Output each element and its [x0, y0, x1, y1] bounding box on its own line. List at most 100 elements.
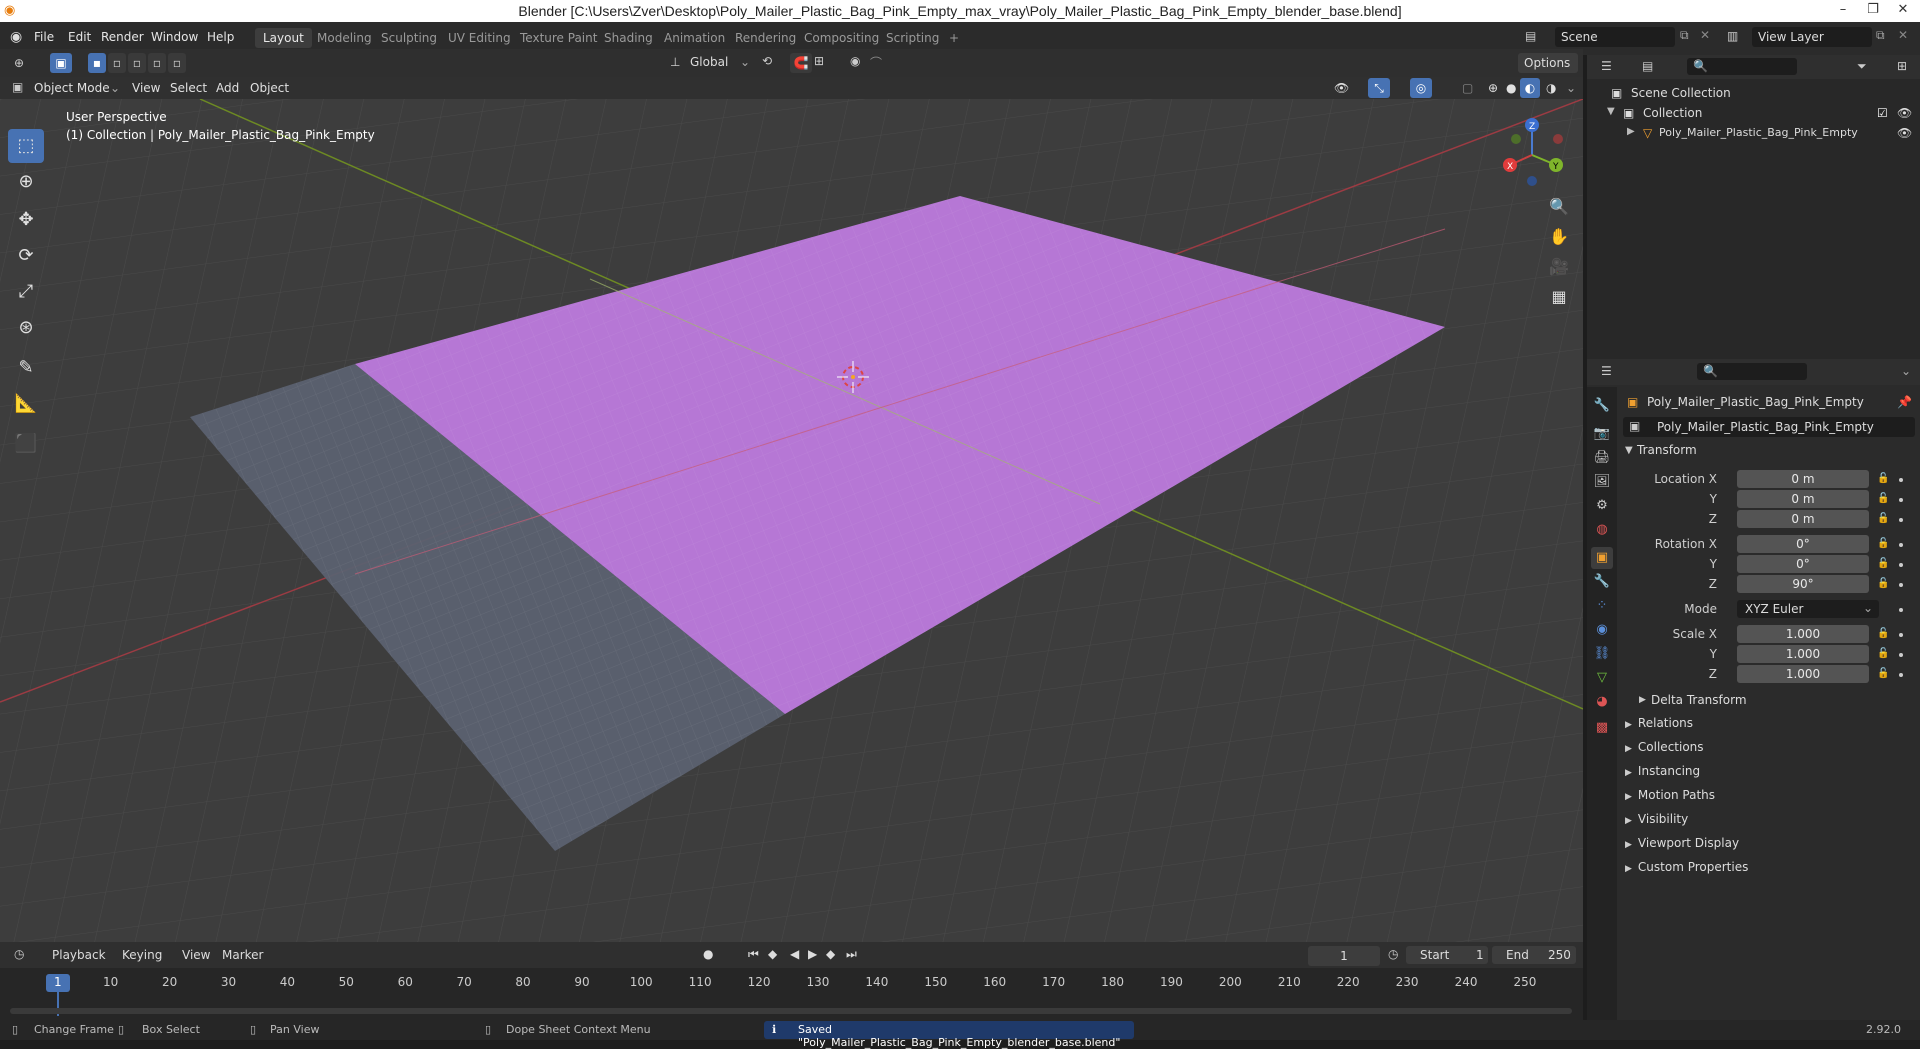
- scale-y-field[interactable]: 1.000: [1737, 645, 1869, 663]
- pan-hand-icon[interactable]: ✋: [1546, 224, 1572, 250]
- zoom-icon[interactable]: 🔍: [1546, 194, 1572, 220]
- keyframe-dot[interactable]: [1899, 478, 1903, 482]
- next-keyframe-icon[interactable]: ◆: [826, 947, 835, 961]
- section-relations[interactable]: ▶ Relations: [1625, 716, 1693, 730]
- rotation-mode-select[interactable]: XYZ Euler ⌄: [1737, 600, 1879, 618]
- lock-rotation-z-icon[interactable]: 🔓: [1877, 578, 1889, 590]
- section-viewport-display[interactable]: ▶ Viewport Display: [1625, 836, 1739, 850]
- keyframe-dot[interactable]: [1899, 543, 1903, 547]
- timeline-editor-icon[interactable]: ◷: [14, 947, 24, 961]
- prev-keyframe-icon[interactable]: ◆: [768, 947, 777, 961]
- measure-tool-icon[interactable]: 📐: [8, 387, 44, 421]
- scale-x-field[interactable]: 1.000: [1737, 625, 1869, 643]
- tab-scripting[interactable]: Scripting: [878, 28, 947, 48]
- proportional-edit-icon[interactable]: ◉: [850, 54, 860, 68]
- rendered-shading-icon[interactable]: ◑: [1542, 80, 1560, 98]
- new-scene-icon[interactable]: ⧉: [1680, 28, 1689, 43]
- new-view-layer-icon[interactable]: ⧉: [1876, 28, 1885, 43]
- shading-dropdown-icon[interactable]: ⌄: [1562, 80, 1580, 98]
- camera-view-icon[interactable]: 🎥: [1546, 254, 1572, 280]
- physics-tab-icon[interactable]: ◉: [1591, 619, 1613, 641]
- timeline-menu-playback[interactable]: Playback: [52, 948, 106, 962]
- object-name-field[interactable]: ▣ Poly_Mailer_Plastic_Bag_Pink_Empty: [1623, 417, 1915, 437]
- tab-layout[interactable]: Layout: [255, 28, 312, 48]
- tab-uv-editing[interactable]: UV Editing: [440, 28, 519, 48]
- output-tab-icon[interactable]: 🖨: [1591, 447, 1613, 469]
- options-button[interactable]: Options: [1518, 53, 1578, 73]
- transform-tool-icon[interactable]: ⊛: [8, 311, 44, 345]
- data-tab-icon[interactable]: ▽: [1591, 667, 1613, 689]
- material-tab-icon[interactable]: ◕: [1591, 691, 1613, 713]
- mode-extend-icon[interactable]: ▫: [108, 53, 126, 73]
- outliner-editor-type-icon[interactable]: ☰: [1601, 59, 1612, 73]
- restore-button[interactable]: ❐: [1858, 0, 1888, 22]
- lock-location-z-icon[interactable]: 🔓: [1877, 513, 1889, 525]
- snap-target-icon[interactable]: ⊞: [814, 54, 824, 68]
- 3d-viewport[interactable]: User Perspective (1) Collection | Poly_M…: [0, 99, 1583, 942]
- lock-scale-y-icon[interactable]: 🔓: [1877, 648, 1889, 660]
- pivot-icon[interactable]: ⟲: [762, 54, 772, 68]
- orientation-selector[interactable]: Global: [690, 55, 728, 69]
- timeline-menu-keying[interactable]: Keying: [122, 948, 162, 962]
- tab-compositing[interactable]: Compositing: [796, 28, 887, 48]
- expand-collection-icon[interactable]: ▼: [1607, 106, 1615, 117]
- blender-menu-icon[interactable]: ◉: [10, 29, 22, 45]
- particles-tab-icon[interactable]: ⁘: [1591, 595, 1613, 617]
- tab-shading[interactable]: Shading: [596, 28, 661, 48]
- editor-type-icon[interactable]: ⊕: [8, 53, 30, 73]
- rotation-x-field[interactable]: 0°: [1737, 535, 1869, 553]
- menu-render[interactable]: Render: [101, 30, 144, 44]
- menu-file[interactable]: File: [34, 30, 54, 44]
- mode-dropdown-icon[interactable]: ⌄: [106, 80, 124, 98]
- scene-tab-icon[interactable]: ⚙: [1591, 495, 1613, 517]
- visibility-icon[interactable]: 👁: [1330, 80, 1353, 98]
- clock-icon[interactable]: ◷: [1388, 947, 1398, 961]
- object-visibility-icon[interactable]: 👁: [1897, 126, 1912, 140]
- scale-tool-icon[interactable]: ⤢: [8, 275, 44, 309]
- object-tab-icon[interactable]: ▣: [1591, 547, 1613, 569]
- mode-selector[interactable]: Object Mode: [30, 80, 114, 98]
- lock-rotation-y-icon[interactable]: 🔓: [1877, 558, 1889, 570]
- menu-window[interactable]: Window: [151, 30, 198, 44]
- lock-scale-x-icon[interactable]: 🔓: [1877, 628, 1889, 640]
- keyframe-dot[interactable]: [1899, 608, 1903, 612]
- viewport-menu-view[interactable]: View: [128, 80, 164, 98]
- gizmo-toggle-icon[interactable]: ⤡: [1368, 78, 1390, 98]
- location-y-field[interactable]: 0 m: [1737, 490, 1869, 508]
- expand-object-icon[interactable]: ▶: [1627, 126, 1635, 137]
- keyframe-dot[interactable]: [1899, 563, 1903, 567]
- play-reverse-icon[interactable]: ◀: [790, 947, 799, 961]
- lock-rotation-x-icon[interactable]: 🔓: [1877, 538, 1889, 550]
- viewport-menu-add[interactable]: Add: [212, 80, 243, 98]
- mode-intersect-icon[interactable]: ▫: [168, 53, 186, 73]
- delta-expand-icon[interactable]: ▶: [1639, 695, 1646, 705]
- current-frame-field[interactable]: 1: [1308, 946, 1380, 966]
- filter-icon[interactable]: ⏷: [1857, 59, 1867, 74]
- tab-sculpting[interactable]: Sculpting: [373, 28, 445, 48]
- lock-location-y-icon[interactable]: 🔓: [1877, 493, 1889, 505]
- mode-invert-icon[interactable]: ▫: [148, 53, 166, 73]
- scale-z-field[interactable]: 1.000: [1737, 665, 1869, 683]
- collection-visibility-icon[interactable]: 👁: [1897, 106, 1912, 120]
- section-custom-properties[interactable]: ▶ Custom Properties: [1625, 860, 1748, 874]
- material-shading-icon[interactable]: ◐: [1520, 78, 1540, 98]
- menu-edit[interactable]: Edit: [68, 30, 91, 44]
- pin-icon[interactable]: 📌: [1897, 395, 1912, 409]
- viewport-menu-select[interactable]: Select: [166, 80, 211, 98]
- modifier-tab-icon[interactable]: 🔧: [1591, 571, 1613, 593]
- add-workspace-button[interactable]: +: [941, 28, 967, 48]
- move-tool-icon[interactable]: ✥: [8, 203, 44, 237]
- timeline-menu-marker[interactable]: Marker: [222, 948, 263, 962]
- new-collection-icon[interactable]: ⊞: [1897, 59, 1907, 73]
- lock-location-x-icon[interactable]: 🔓: [1877, 473, 1889, 485]
- mode-subtract-icon[interactable]: ▫: [128, 53, 146, 73]
- navigation-gizmo[interactable]: Z Y X: [1496, 115, 1576, 195]
- tab-texture-paint[interactable]: Texture Paint: [512, 28, 605, 48]
- xray-toggle-icon[interactable]: ▢: [1458, 80, 1477, 98]
- outliner-row-object[interactable]: ▶ ▽ Poly_Mailer_Plastic_Bag_Pink_Empty 👁: [1587, 123, 1920, 143]
- orientation-dropdown-icon[interactable]: ⌄: [740, 55, 750, 69]
- transform-collapse-icon[interactable]: ▼: [1625, 445, 1633, 456]
- tool-tab-icon[interactable]: 🔧: [1591, 395, 1613, 417]
- rotation-y-field[interactable]: 0°: [1737, 555, 1869, 573]
- annotate-tool-icon[interactable]: ✎: [8, 351, 44, 385]
